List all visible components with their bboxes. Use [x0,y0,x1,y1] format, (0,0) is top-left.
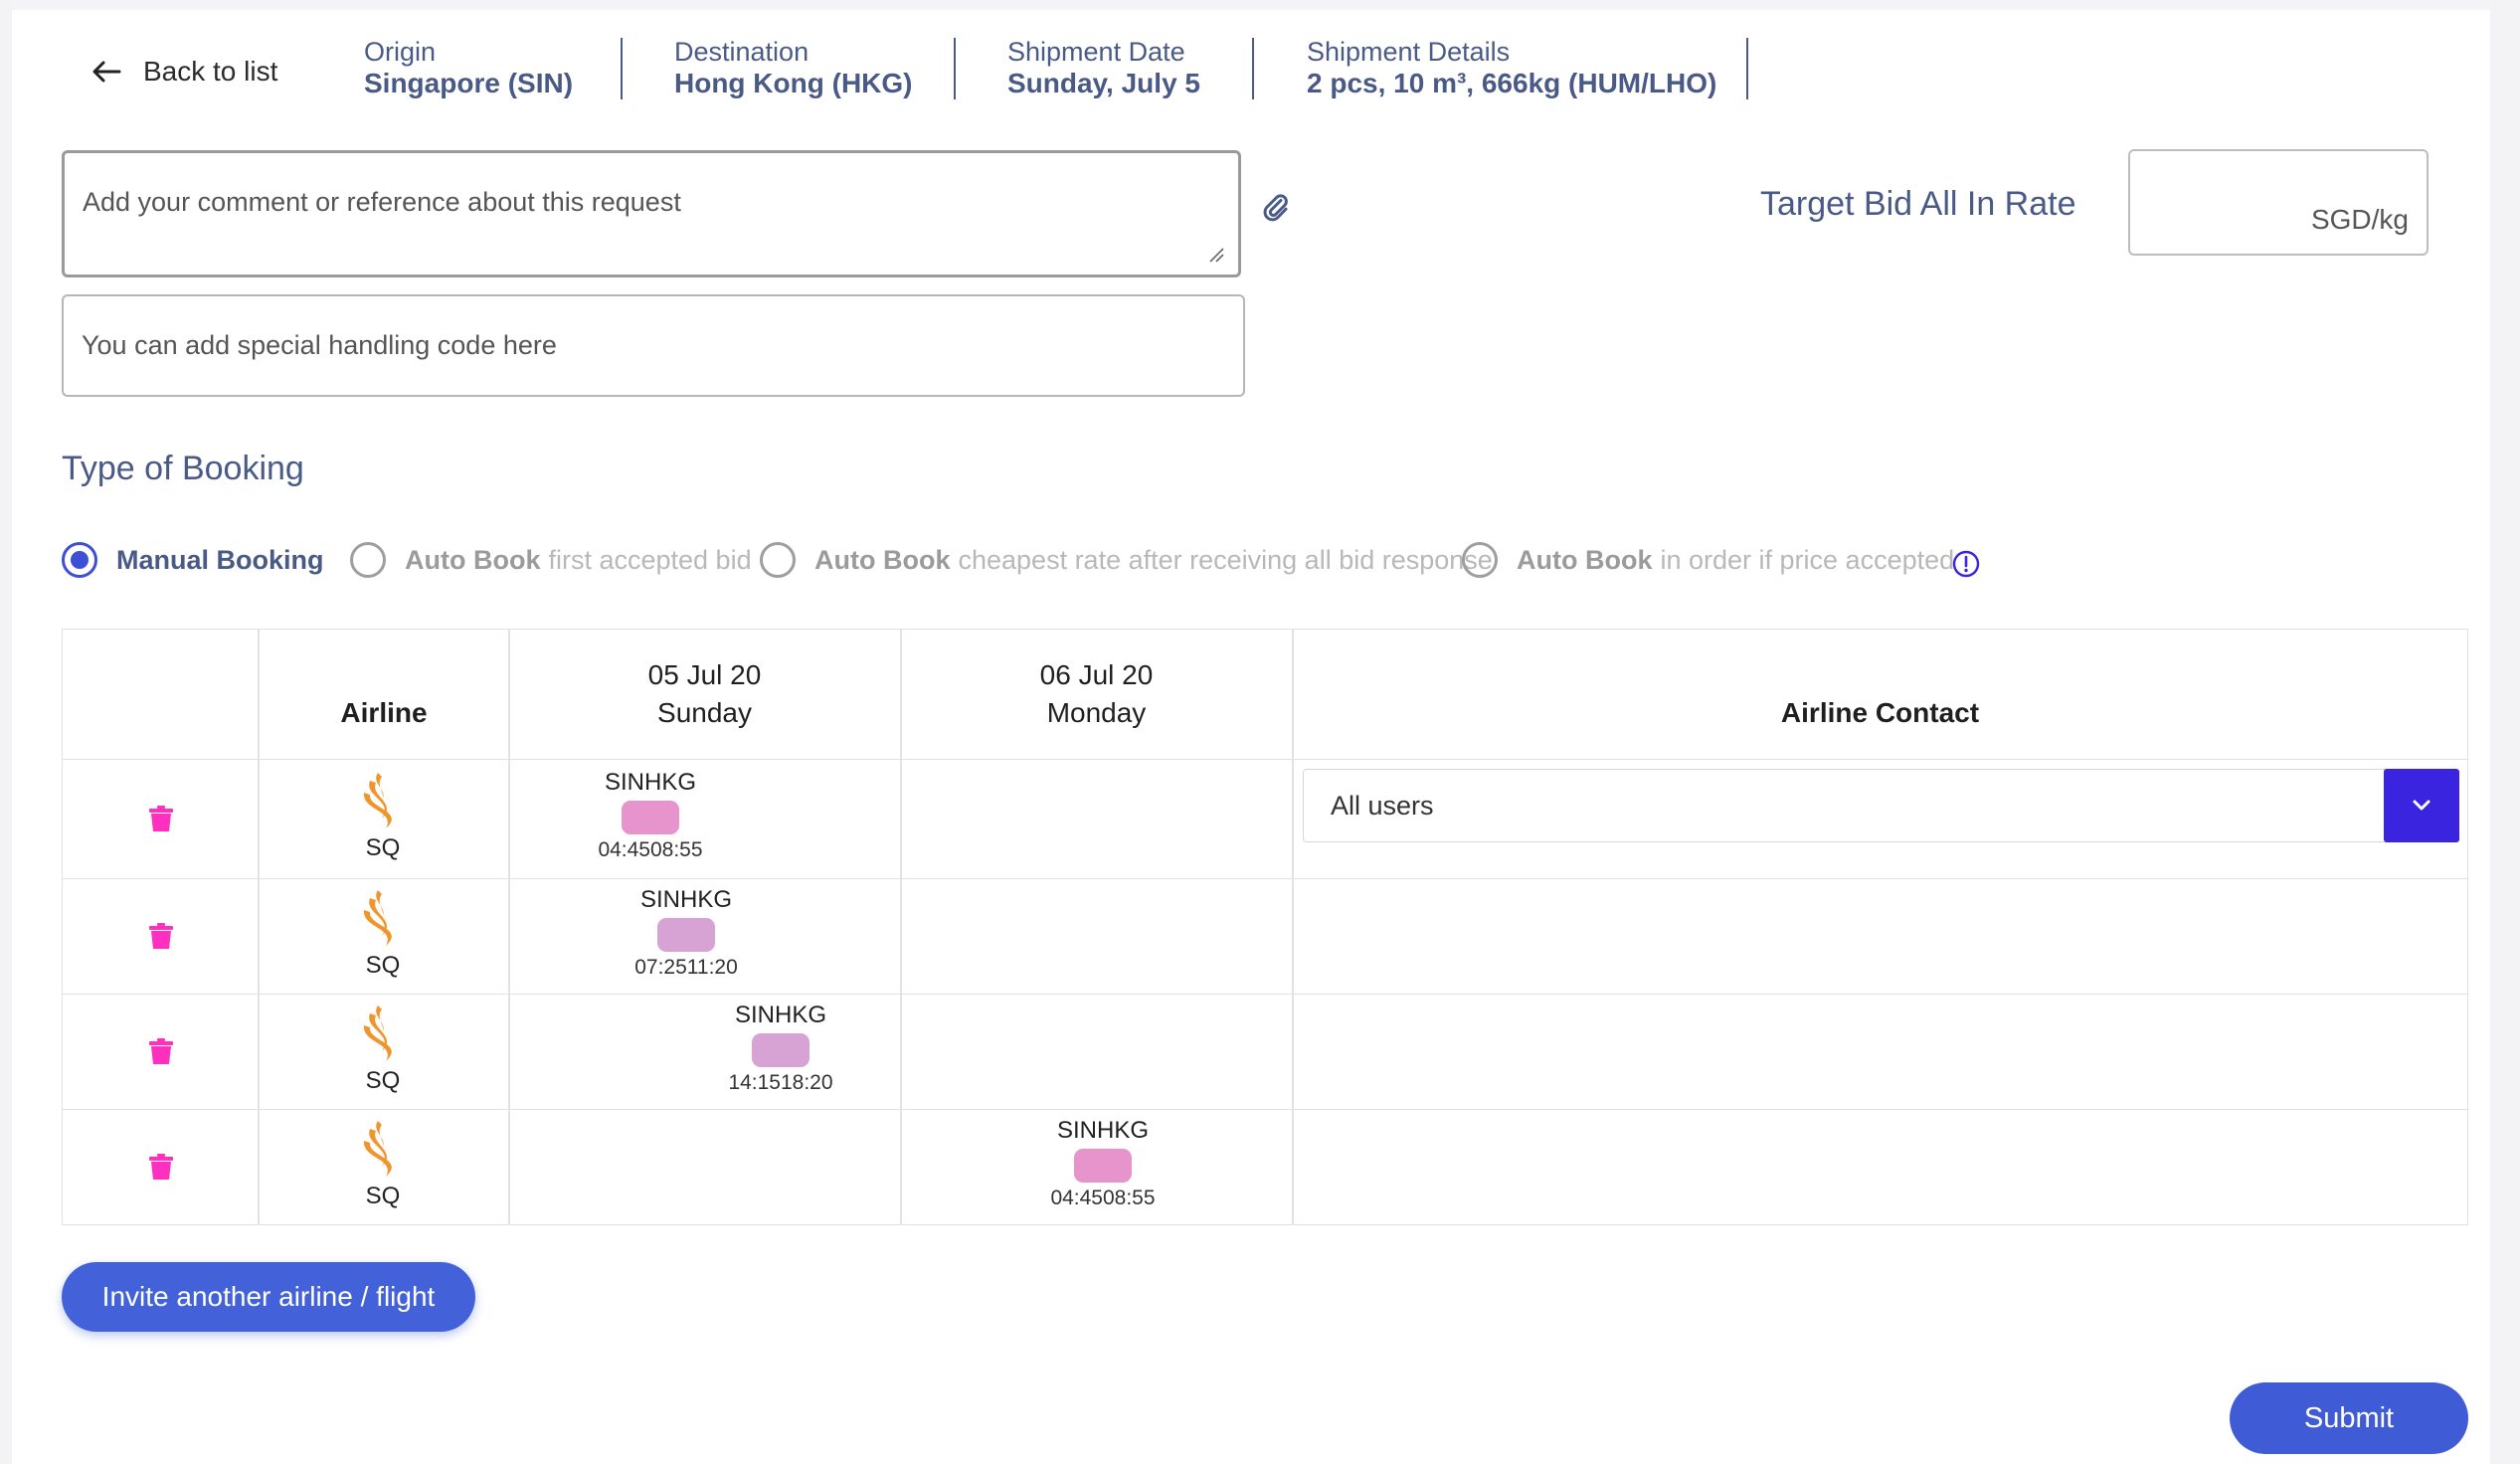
target-bid-unit: SGD/kg [2310,204,2409,235]
destination-label: Destination [674,37,810,67]
radio-circle [1462,542,1498,578]
select-value: All users [1331,790,1434,821]
header-divider [1746,38,1748,99]
flight-chip[interactable]: SINHKG 14:1518:20 [716,1002,845,1095]
flight-chip[interactable]: SINHKG 04:4508:55 [1038,1117,1168,1210]
airline-code: SQ [365,1183,401,1209]
trash-icon[interactable] [148,922,174,950]
flight-chip[interactable]: SINHKG 07:2511:20 [622,886,751,980]
flight-bid-pill [752,1033,810,1067]
radio-auto-book-cheapest[interactable]: Auto Book cheapest rate after receiving … [760,542,1493,578]
airline-header: Airline [340,697,428,728]
row-divider [63,994,2467,995]
dropdown-toggle[interactable] [2384,769,2459,842]
shipment-details-label: Shipment Details [1307,37,1511,67]
flight-bid-pill [1074,1149,1132,1183]
origin-label: Origin [364,37,437,67]
flight-chip[interactable]: SINHKG 04:4508:55 [586,769,715,862]
resize-grip-icon[interactable] [1208,247,1224,263]
target-bid-input[interactable]: SGD/kg [2128,149,2429,256]
header-divider [954,38,956,99]
singapore-airlines-logo-icon [363,773,392,828]
origin-value: Singapore (SIN) [364,68,574,98]
special-handling-code-input[interactable]: You can add special handling code here [62,294,1245,397]
radio-auto-book-in-order[interactable]: Auto Book in order if price accepted [1462,542,1954,578]
row-divider [63,759,2467,760]
left-edge [0,0,12,1464]
radio-description: in order if price accepted [1660,544,1955,575]
right-edge [2490,0,2520,1464]
info-icon[interactable] [1951,549,1981,579]
singapore-airlines-logo-icon [363,1006,392,1061]
radio-label: Auto Book [1517,544,1653,575]
comment-placeholder: Add your comment or reference about this… [83,187,681,217]
arrow-left-icon [92,61,121,83]
destination-info: Destination Hong Kong (HKG) [674,36,913,99]
radio-description: first accepted bid [548,544,752,575]
airline-table: Airline 05 Jul 20 Sunday 06 Jul 20 Monda… [62,629,2468,1225]
radio-manual-booking[interactable]: Manual Booking [62,542,324,578]
shipment-date-value: Sunday, July 5 [1007,68,1200,98]
origin-info: Origin Singapore (SIN) [364,36,573,99]
shipment-details-info: Shipment Details 2 pcs, 10 m³, 666kg (HU… [1307,36,1716,99]
flight-bid-pill [657,918,715,952]
singapore-airlines-logo-icon [363,1121,392,1177]
flight-route: SINHKG [639,886,732,913]
shipment-date-info: Shipment Date Sunday, July 5 [1007,36,1200,99]
radio-auto-book-first[interactable]: Auto Book first accepted bid [350,542,752,578]
airline-contact-select[interactable]: All users [1303,769,2459,842]
shipment-date-label: Shipment Date [1007,37,1185,67]
airline-contact-header: Airline Contact [1780,697,1980,728]
shipment-details-value: 2 pcs, 10 m³, 666kg (HUM/LHO) [1307,68,1717,98]
radio-circle [350,542,386,578]
row-divider [63,878,2467,879]
radio-description: cheapest rate after receiving all bid re… [958,544,1493,575]
type-of-booking-title: Type of Booking [62,450,304,487]
paperclip-icon[interactable] [1261,193,1291,223]
radio-dot [71,551,89,569]
shc-placeholder: You can add special handling code here [82,330,557,360]
trash-icon[interactable] [148,1037,174,1065]
singapore-airlines-logo-icon [363,890,392,946]
day2-date-header: 06 Jul 20 [1039,659,1154,690]
header-divider [1252,38,1254,99]
day1-date-header: 05 Jul 20 [647,659,762,690]
flight-bid-pill [622,801,679,834]
flight-route: SINHKG [604,769,696,796]
day2-weekday-header: Monday [1046,697,1147,728]
top-edge [0,0,2520,10]
invite-airline-button[interactable]: Invite another airline / flight [62,1262,475,1332]
flight-route: SINHKG [734,1002,826,1028]
destination-value: Hong Kong (HKG) [674,68,913,98]
header-divider [621,38,623,99]
flight-time: 07:2511:20 [634,956,738,979]
radio-circle [760,542,796,578]
airline-code: SQ [365,834,401,861]
radio-circle [62,542,97,578]
trash-icon[interactable] [148,805,174,832]
chevron-down-icon [2413,800,2430,811]
radio-label: Auto Book [814,544,951,575]
flight-time: 04:4508:55 [598,838,703,861]
radio-label: Auto Book [405,544,541,575]
flight-route: SINHKG [1056,1117,1149,1144]
flight-time: 14:1518:20 [728,1071,833,1094]
radio-label: Manual Booking [116,544,324,575]
submit-button[interactable]: Submit [2230,1382,2468,1454]
trash-icon[interactable] [148,1153,174,1181]
comment-textarea[interactable]: Add your comment or reference about this… [62,150,1241,277]
day1-weekday-header: Sunday [657,697,752,728]
airline-code: SQ [365,952,401,979]
flight-time: 04:4508:55 [1050,1187,1156,1209]
row-divider [63,1109,2467,1110]
airline-code: SQ [365,1067,401,1094]
back-label: Back to list [143,56,278,87]
target-bid-label: Target Bid All In Rate [1760,185,2076,223]
back-to-list-link[interactable]: Back to list [90,55,277,89]
